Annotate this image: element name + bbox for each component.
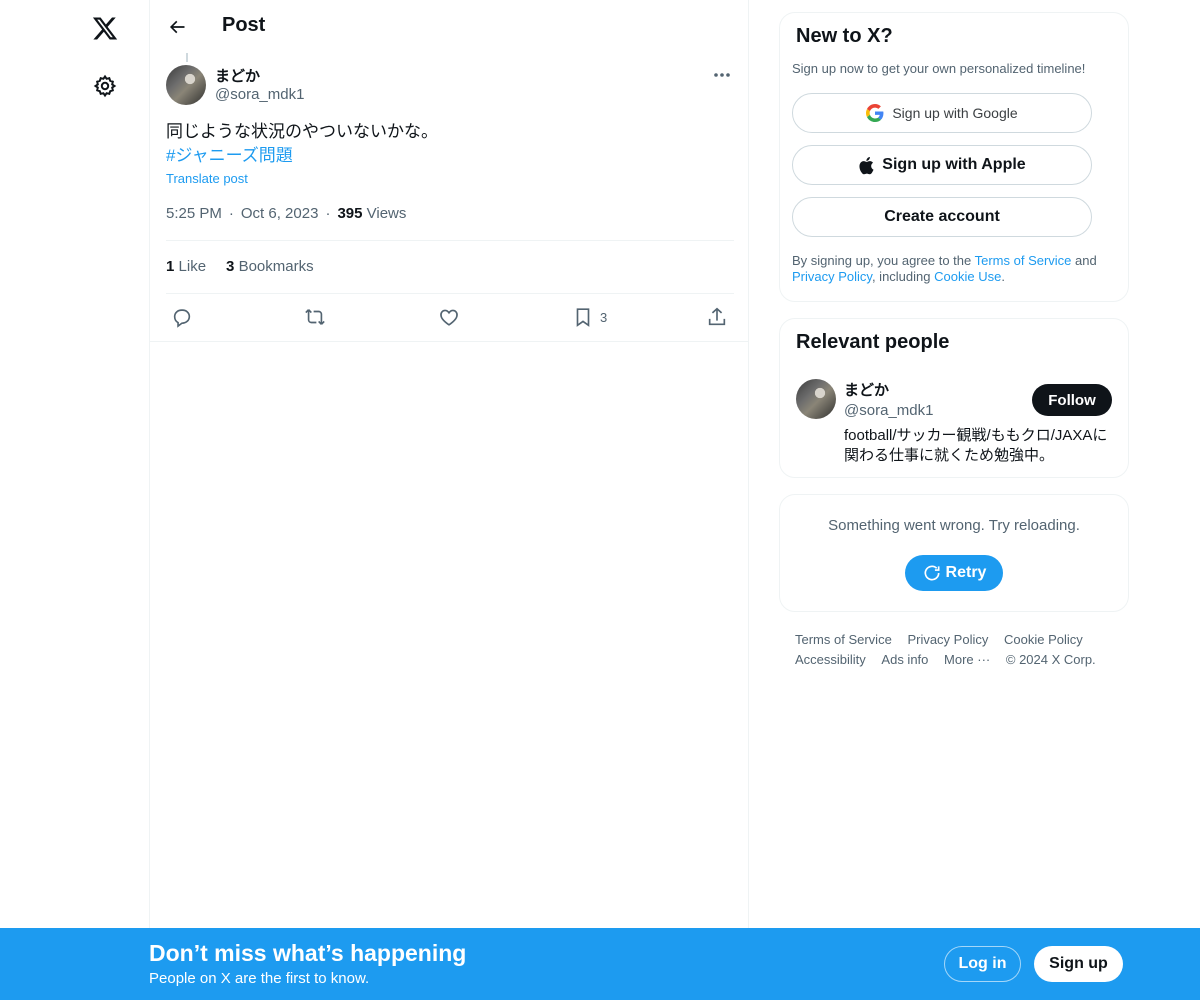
translate-post-link[interactable]: Translate post: [166, 171, 248, 186]
retry-label: Retry: [945, 564, 987, 581]
post-date[interactable]: Oct 6, 2023: [241, 205, 319, 222]
signup-banner: Don’t miss what’s happening People on X …: [0, 928, 1200, 1000]
likes-label: Like: [178, 258, 207, 275]
bookmarks-label: Bookmarks: [238, 258, 314, 275]
person-name[interactable]: まどか: [844, 379, 889, 400]
views-stat: 395 Views: [337, 205, 406, 222]
footer-terms-link[interactable]: Terms of Service: [795, 630, 892, 650]
follow-button[interactable]: Follow: [1032, 384, 1112, 416]
google-icon: [866, 104, 884, 122]
person-bio: football/サッカー観戦/ももクロ/JAXAに関わる仕事に就くため勉強中。: [844, 427, 1108, 464]
arrow-left-icon[interactable]: [162, 12, 192, 42]
error-card: Something went wrong. Try reloading. Ret…: [779, 494, 1129, 612]
avatar[interactable]: [166, 65, 206, 105]
banner-subtitle: People on X are the first to know.: [149, 970, 370, 987]
page-title: Post: [222, 14, 266, 36]
signup-google-button[interactable]: Sign up with Google: [792, 93, 1092, 133]
refresh-icon: [924, 565, 940, 581]
relevant-people-card: Relevant people まどか @sora_mdk1 Follow fo…: [779, 318, 1129, 478]
legal-text: , including: [871, 269, 935, 284]
privacy-link[interactable]: Privacy Policy: [792, 269, 872, 284]
new-to-x-card: New to X? Sign up now to get your own pe…: [779, 12, 1129, 302]
thread-connector-line: [186, 53, 188, 62]
signup-button[interactable]: Sign up: [1034, 946, 1123, 982]
post-stats: 1 Like 3 Bookmarks: [166, 258, 314, 275]
post-actions: 3: [166, 304, 734, 332]
cookie-use-link[interactable]: Cookie Use: [934, 269, 1001, 284]
card-title: New to X?: [796, 25, 893, 47]
signup-apple-button[interactable]: Sign up with Apple: [792, 145, 1092, 185]
avatar[interactable]: [796, 379, 836, 419]
bookmark-icon: [576, 308, 590, 327]
author-handle[interactable]: @sora_mdk1: [215, 86, 304, 103]
separator-dot: ·: [325, 205, 331, 222]
error-message: Something went wrong. Try reloading.: [828, 517, 1080, 534]
bookmarks-stat[interactable]: 3 Bookmarks: [226, 258, 314, 275]
terms-link[interactable]: Terms of Service: [975, 253, 1072, 268]
likes-count: 1: [166, 258, 175, 275]
author-name[interactable]: まどか: [215, 65, 260, 86]
retry-button[interactable]: Retry: [905, 555, 1003, 591]
apple-icon: [859, 156, 874, 174]
footer-accessibility-link[interactable]: Accessibility: [795, 650, 866, 670]
signup-google-label: Sign up with Google: [892, 105, 1018, 121]
bookmark-count: 3: [600, 309, 608, 325]
legal-text: and: [1071, 253, 1097, 268]
footer-privacy-link[interactable]: Privacy Policy: [907, 630, 988, 650]
post-time[interactable]: 5:25 PM: [166, 205, 222, 222]
card-title: Relevant people: [796, 331, 950, 353]
post-meta: 5:25 PM · Oct 6, 2023 · 395 Views: [166, 205, 406, 222]
hashtag-link[interactable]: #ジャニーズ問題: [166, 144, 293, 168]
divider: [150, 341, 748, 342]
footer-cookie-link[interactable]: Cookie Policy: [1004, 630, 1083, 650]
bookmarks-count: 3: [226, 258, 235, 275]
footer-ads-link[interactable]: Ads info: [881, 650, 928, 670]
x-logo-icon[interactable]: [87, 10, 123, 46]
views-label: Views: [366, 205, 407, 222]
repost-icon[interactable]: [304, 306, 326, 328]
main-column: Post まどか @sora_mdk1 同じような状況のやついないかな。 #ジャ…: [149, 0, 749, 928]
share-icon[interactable]: [706, 306, 728, 328]
likes-stat[interactable]: 1 Like: [166, 258, 206, 275]
legal-text: .: [1001, 269, 1005, 284]
divider: [166, 240, 734, 241]
banner-title: Don’t miss what’s happening: [149, 940, 467, 966]
reply-icon[interactable]: [171, 306, 193, 328]
signup-legal-text: By signing up, you agree to the Terms of…: [792, 253, 1122, 285]
post-header: Post: [150, 0, 748, 53]
gear-icon[interactable]: [89, 70, 121, 102]
footer-more-link[interactable]: More ···: [944, 650, 990, 670]
create-account-button[interactable]: Create account: [792, 197, 1092, 237]
separator-dot: ·: [228, 205, 234, 222]
like-icon[interactable]: [438, 306, 460, 328]
login-button[interactable]: Log in: [944, 946, 1021, 982]
more-options-icon[interactable]: [710, 65, 734, 85]
copyright: © 2024 X Corp.: [1005, 652, 1096, 667]
divider: [166, 293, 734, 294]
post-text: 同じような状況のやついないかな。: [166, 122, 438, 141]
bookmark-action[interactable]: 3: [572, 306, 607, 328]
signup-apple-label: Sign up with Apple: [882, 156, 1026, 173]
legal-text: By signing up, you agree to the: [792, 253, 975, 268]
person-handle[interactable]: @sora_mdk1: [844, 402, 933, 419]
views-count: 395: [337, 205, 363, 222]
footer-links: Terms of Service Privacy Policy Cookie P…: [795, 630, 1125, 670]
card-subtitle: Sign up now to get your own personalized…: [792, 61, 1086, 76]
left-navigation: [0, 0, 150, 928]
